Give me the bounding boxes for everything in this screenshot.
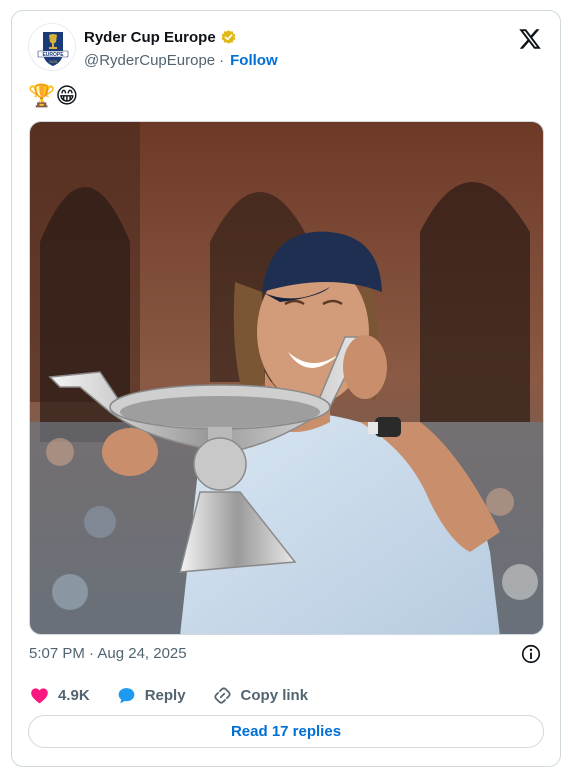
handle[interactable]: @RyderCupEurope	[84, 52, 215, 69]
copy-link-label: Copy link	[240, 686, 309, 704]
photo-golfer-with-trophy	[30, 122, 543, 634]
display-name[interactable]: Ryder Cup Europe	[84, 29, 216, 46]
post-text: 🏆😁	[28, 83, 79, 108]
ryder-cup-europe-logo: EUROPE 2025	[29, 24, 75, 70]
avatar-year: 2025	[49, 60, 57, 64]
reply-label: Reply	[144, 686, 186, 704]
separator: ·	[219, 51, 225, 69]
info-icon[interactable]	[520, 643, 542, 665]
embedded-post-card: EUROPE 2025 Ryder Cup Europe @RyderCupEu…	[11, 10, 561, 767]
avatar[interactable]: EUROPE 2025	[28, 23, 76, 71]
heart-icon	[31, 687, 48, 703]
post-photo[interactable]	[29, 121, 544, 635]
verified-badge-icon	[221, 29, 236, 44]
action-bar: 4.9K Reply Copy link	[29, 683, 334, 707]
reply-bubble-icon	[118, 687, 135, 703]
copy-link-button[interactable]: Copy link	[212, 685, 309, 706]
x-logo-icon[interactable]	[518, 27, 542, 51]
follow-button[interactable]: Follow	[230, 52, 278, 69]
post-timestamp[interactable]: 5:07 PM · Aug 24, 2025	[29, 645, 187, 662]
reply-button[interactable]: Reply	[116, 685, 186, 706]
post-header: EUROPE 2025 Ryder Cup Europe @RyderCupEu…	[28, 23, 544, 75]
link-icon	[213, 686, 231, 704]
author-names: Ryder Cup Europe @RyderCupEurope · Follo…	[84, 26, 278, 70]
like-count: 4.9K	[58, 686, 90, 704]
avatar-label: EUROPE	[42, 52, 64, 58]
like-button[interactable]: 4.9K	[29, 685, 90, 706]
read-replies-button[interactable]: Read 17 replies	[28, 715, 544, 748]
